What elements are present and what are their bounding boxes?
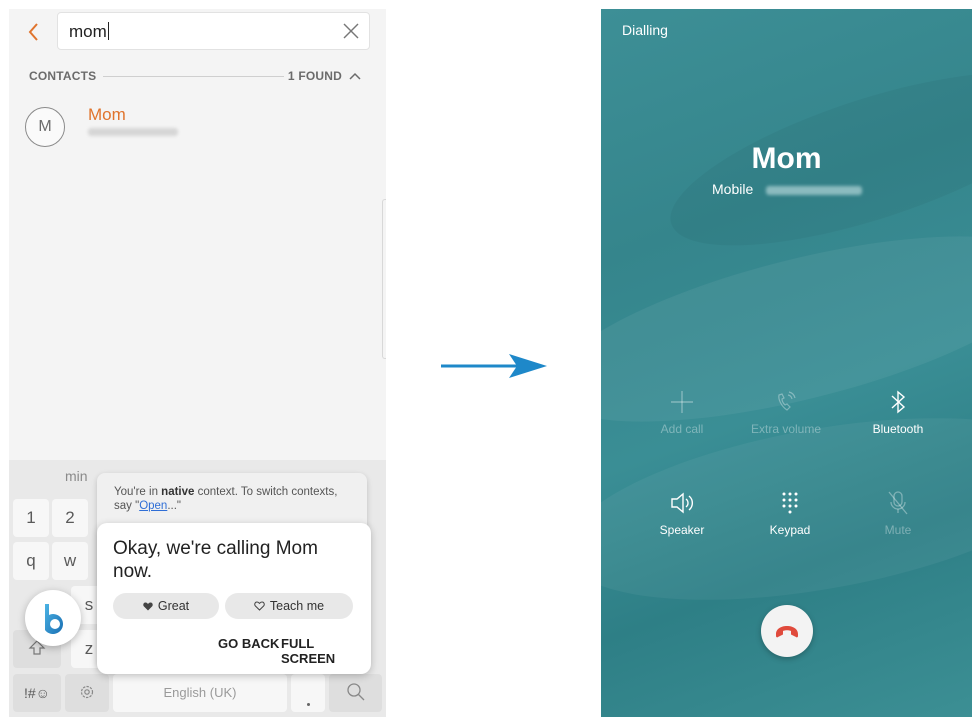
extra-volume-icon [778,391,796,411]
callee-number-type: Mobile [712,181,754,197]
contacts-search-screen: mom CONTACTS 1 FOUND M Mom min 1 2 q w s [9,9,386,717]
contact-list-item[interactable]: M Mom [25,105,375,157]
search-bar: mom [9,9,386,57]
bixby-logo-icon [45,604,64,634]
contacts-section-header[interactable]: CONTACTS 1 FOUND [29,69,364,85]
outgoing-call-screen: Dialling Mom Mobile Add call Extra volum… [601,9,972,717]
end-call-button[interactable] [761,605,813,657]
settings-key[interactable] [65,674,109,712]
full-screen-button[interactable]: FULL SCREEN [281,636,371,666]
key-1[interactable]: 1 [13,499,49,537]
keypad-icon [782,492,798,514]
bluetooth-button[interactable]: Bluetooth [848,389,948,449]
heart-outline-icon [254,601,265,611]
bluetooth-label: Bluetooth [872,422,924,436]
context-hint-text: You're in native context. To switch cont… [114,486,338,512]
bixby-reply-card: Okay, we're calling Mom now. Great Teach… [97,523,371,674]
bluetooth-icon [891,390,906,414]
found-count: 1 FOUND [287,69,342,83]
key-2[interactable]: 2 [52,499,88,537]
chevron-up-icon[interactable] [348,70,362,82]
mute-label: Mute [884,523,912,537]
teach-me-label: Teach me [269,599,325,613]
great-button[interactable]: Great [113,593,219,619]
bixby-button[interactable] [25,590,81,646]
scrollbar[interactable] [382,199,386,359]
add-call-label: Add call [660,422,704,436]
extra-volume-label: Extra volume [750,422,822,436]
contacts-label: CONTACTS [29,69,97,83]
heart-filled-icon [143,602,153,611]
add-call-button[interactable]: Add call [632,389,732,449]
extra-volume-button[interactable]: Extra volume [736,389,836,449]
arrow-right-icon [441,354,547,378]
gear-icon [80,685,94,699]
call-status: Dialling [622,22,668,38]
search-key[interactable] [329,674,382,712]
search-icon [346,683,364,701]
callee-number-blurred [766,186,862,195]
teach-me-button[interactable]: Teach me [225,593,353,619]
mute-button[interactable]: Mute [848,490,948,550]
mic-off-icon [888,491,908,515]
phone-hangup-icon [776,626,798,638]
search-input-value: mom [69,22,107,41]
key-w[interactable]: w [52,542,88,580]
speaker-label: Speaker [659,523,705,537]
go-back-button[interactable]: GO BACK [218,636,279,651]
clear-icon[interactable] [341,21,361,41]
space-key[interactable]: English (UK) [113,674,287,712]
speaker-button[interactable]: Speaker [632,490,732,550]
divider [103,76,284,77]
callee-name: Mom [751,142,822,175]
back-arrow-icon[interactable] [23,19,45,45]
contact-number-blurred [88,128,178,136]
great-label: Great [157,599,190,613]
search-input[interactable]: mom [57,12,370,50]
plus-icon [671,391,693,413]
keypad-label: Keypad [769,523,811,537]
suggestion-word[interactable]: min [65,468,88,484]
avatar: M [25,107,65,147]
period-key[interactable] [291,674,325,712]
bixby-reply-text: Okay, we're calling Mom now. [113,538,318,582]
contact-name: Mom [88,105,126,124]
symbols-key[interactable]: !#☺ [13,674,61,712]
keypad-button[interactable]: Keypad [740,490,840,550]
period-glyph [306,703,310,706]
speaker-icon [671,492,693,514]
open-link[interactable]: Open [139,500,167,512]
key-q[interactable]: q [13,542,49,580]
context-name: native [161,486,195,498]
